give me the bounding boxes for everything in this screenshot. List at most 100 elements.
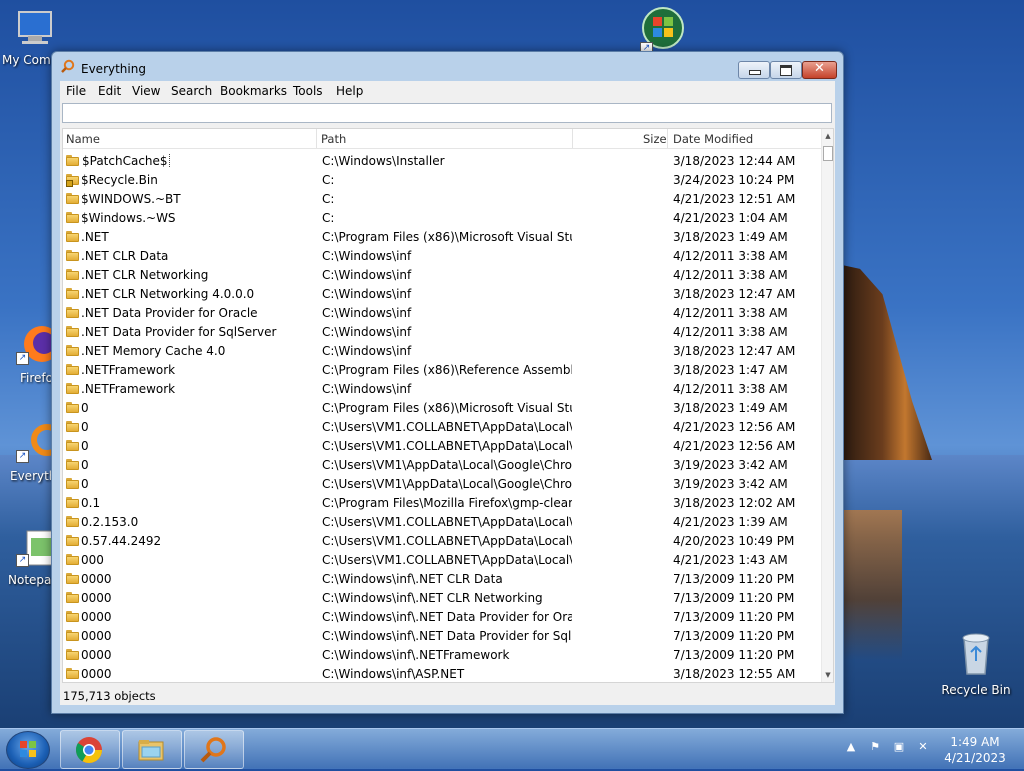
date-modified: 4/12/2011 3:38 AM (673, 382, 788, 396)
recycle-bin-icon (962, 633, 990, 675)
table-row[interactable]: .NET CLR Data C:\Windows\inf 4/12/2011 3:3… (63, 246, 821, 265)
table-row[interactable]: 0000 C:\Windows\inf\.NET Data Provider fo… (63, 607, 821, 626)
table-row[interactable]: .NET Data Provider for Oracle C:\Windows\… (63, 303, 821, 322)
date-modified: 3/19/2023 3:42 AM (673, 477, 788, 491)
folder-icon (66, 250, 79, 261)
table-row[interactable]: 0000 C:\Windows\inf\.NETFramework 7/13/200… (63, 645, 821, 664)
network-icon[interactable]: ▣ (892, 740, 906, 754)
folder-icon (66, 421, 79, 432)
column-divider[interactable] (316, 129, 317, 148)
column-name[interactable]: Name (66, 132, 100, 146)
file-name: $WINDOWS.~BT (81, 192, 181, 206)
taskbar-file-explorer[interactable] (122, 730, 182, 769)
menu-file[interactable]: File (66, 84, 86, 98)
table-row[interactable]: 0000 C:\Windows\inf\.NET CLR Data 7/13/200… (63, 569, 821, 588)
action-center-flag-icon[interactable]: ⚑ (868, 740, 882, 754)
column-size[interactable]: Size (643, 132, 667, 146)
file-path: C: (322, 211, 335, 225)
table-row[interactable]: 0 C:\Users\VM1.COLLABNET\AppData\Local\G.… (63, 436, 821, 455)
table-row[interactable]: .NETFramework C:\Windows\inf 4/12/2011 3:3… (63, 379, 821, 398)
file-name: .NET Memory Cache 4.0 (81, 344, 226, 358)
shortcut-arrow-icon: ↗ (16, 352, 29, 365)
vertical-scrollbar[interactable]: ▲ ▼ (821, 129, 833, 682)
file-path: C:\Windows\inf\.NET CLR Networking (322, 591, 543, 605)
taskbar: ▲ ⚑ ▣ ✕ 1:49 AM 4/21/2023 (0, 728, 1024, 769)
table-row[interactable]: 0 C:\Users\VM1\AppData\Local\Google\Chro.… (63, 455, 821, 474)
scroll-down-arrow-icon[interactable]: ▼ (822, 668, 833, 682)
table-row[interactable]: $WINDOWS.~BT C: 4/21/2023 12:51 AM (63, 189, 821, 208)
desktop-icon-label: Recycle Bin (941, 683, 1011, 697)
folder-icon (66, 592, 79, 603)
file-path: C:\Users\VM1.COLLABNET\AppData\Local\G..… (322, 534, 572, 548)
folder-icon (66, 345, 79, 356)
table-row[interactable]: 000 C:\Users\VM1.COLLABNET\AppData\Local\… (63, 550, 821, 569)
file-name: 0 (81, 401, 89, 415)
volume-muted-icon[interactable]: ✕ (916, 740, 930, 754)
maximize-button[interactable] (770, 61, 802, 79)
table-row[interactable]: 0.57.44.2492 C:\Users\VM1.COLLABNET\AppDa… (63, 531, 821, 550)
title-bar[interactable]: Everything ✕ (52, 52, 843, 80)
show-hidden-icons-chevron-up-icon[interactable]: ▲ (844, 740, 858, 754)
file-name: 0.57.44.2492 (81, 534, 162, 548)
column-divider[interactable] (667, 129, 668, 148)
minimize-button[interactable] (738, 61, 770, 79)
table-row[interactable]: .NET CLR Networking 4.0.0.0 C:\Windows\in… (63, 284, 821, 303)
file-path: C:\Windows\inf\.NET CLR Data (322, 572, 503, 586)
search-input[interactable] (62, 103, 832, 123)
taskbar-everything[interactable] (184, 730, 244, 769)
table-row[interactable]: 0000 C:\Windows\inf\.NET Data Provider fo… (63, 626, 821, 645)
table-row[interactable]: $Windows.~WS C: 4/21/2023 1:04 AM (63, 208, 821, 227)
system-clock[interactable]: 1:49 AM 4/21/2023 (940, 734, 1010, 766)
table-row[interactable]: $Recycle.Bin C: 3/24/2023 10:24 PM (63, 170, 821, 189)
folder-icon (66, 478, 79, 489)
menu-bar: File Edit View Search Bookmarks Tools He… (60, 81, 835, 101)
column-date-modified[interactable]: Date Modified (673, 132, 753, 146)
file-path: C:\Windows\inf\ASP.NET (322, 667, 465, 681)
object-count: 175,713 objects (63, 689, 156, 703)
file-path: C:\Program Files (x86)\Microsoft Visual … (322, 401, 572, 415)
results-list[interactable]: Name Path Size Date Modified $PatchCache… (62, 128, 834, 683)
table-row[interactable]: 0 C:\Users\VM1.COLLABNET\AppData\Local\G.… (63, 417, 821, 436)
file-path: C:\Program Files\Mozilla Firefox\gmp-cle… (322, 496, 572, 510)
menu-help[interactable]: Help (336, 84, 363, 98)
table-row[interactable]: $PatchCache$ C:\Windows\Installer 3/18/202… (63, 151, 821, 170)
taskbar-chrome[interactable] (60, 730, 120, 769)
menu-bookmarks[interactable]: Bookmarks (220, 84, 287, 98)
file-name: .NET CLR Networking (81, 268, 209, 282)
date-modified: 7/13/2009 11:20 PM (673, 629, 795, 643)
desktop-icon-recycle-bin[interactable]: Recycle Bin (940, 630, 1012, 697)
window-title: Everything (81, 62, 146, 76)
table-row[interactable]: 0000 C:\Windows\inf\ASP.NET 3/18/2023 12:5… (63, 664, 821, 682)
menu-search[interactable]: Search (171, 84, 212, 98)
table-row[interactable]: 0 C:\Users\VM1\AppData\Local\Google\Chro.… (63, 474, 821, 493)
scroll-up-arrow-icon[interactable]: ▲ (822, 129, 833, 143)
windows-update-shortcut[interactable]: ↗ (628, 6, 698, 55)
column-path[interactable]: Path (321, 132, 346, 146)
date-modified: 7/13/2009 11:20 PM (673, 572, 795, 586)
table-row[interactable]: .NET Data Provider for SqlServer C:\Windo… (63, 322, 821, 341)
date-modified: 3/18/2023 12:47 AM (673, 344, 796, 358)
menu-edit[interactable]: Edit (98, 84, 121, 98)
table-row[interactable]: .NETFramework C:\Program Files (x86)\Refe… (63, 360, 821, 379)
table-row[interactable]: .NET Memory Cache 4.0 C:\Windows\inf 3/18/… (63, 341, 821, 360)
table-row[interactable]: .NET CLR Networking C:\Windows\inf 4/12/20… (63, 265, 821, 284)
table-row[interactable]: 0000 C:\Windows\inf\.NET CLR Networking 7/… (63, 588, 821, 607)
folder-icon (66, 288, 79, 299)
menu-tools[interactable]: Tools (293, 84, 323, 98)
close-button[interactable]: ✕ (802, 61, 837, 79)
start-button[interactable] (6, 731, 50, 769)
table-row[interactable]: 0.1 C:\Program Files\Mozilla Firefox\gmp-… (63, 493, 821, 512)
table-row[interactable]: .NET C:\Program Files (x86)\Microsoft Vis… (63, 227, 821, 246)
menu-view[interactable]: View (132, 84, 160, 98)
file-name: 0000 (81, 572, 112, 586)
date-modified: 3/18/2023 12:44 AM (673, 154, 796, 168)
date-modified: 4/21/2023 1:43 AM (673, 553, 788, 567)
folder-icon (66, 535, 79, 546)
folder-icon (66, 459, 79, 470)
date-modified: 4/21/2023 12:51 AM (673, 192, 796, 206)
column-divider[interactable] (572, 129, 573, 148)
table-row[interactable]: 0.2.153.0 C:\Users\VM1.COLLABNET\AppData\… (63, 512, 821, 531)
table-row[interactable]: 0 C:\Program Files (x86)\Microsoft Visual… (63, 398, 821, 417)
scroll-thumb[interactable] (823, 146, 833, 161)
date-modified: 4/12/2011 3:38 AM (673, 249, 788, 263)
